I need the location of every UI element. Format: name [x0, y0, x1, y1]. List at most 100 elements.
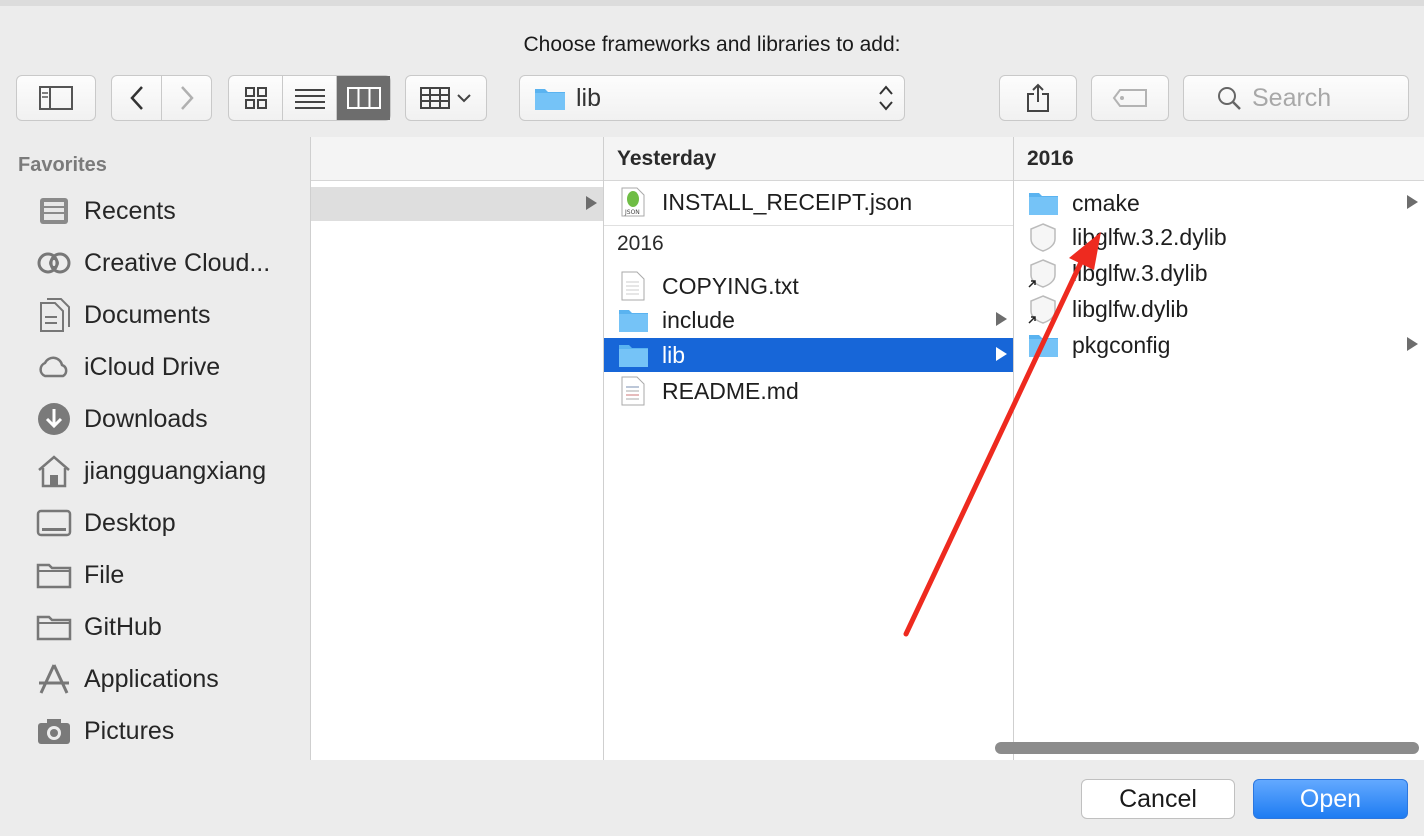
list-item[interactable]: libglfw.3.2.dylib	[1014, 220, 1424, 254]
path-selector[interactable]: lib	[519, 75, 905, 121]
sidebar-item-label: Desktop	[84, 508, 176, 537]
columns-icon	[346, 87, 381, 109]
share-icon	[1027, 83, 1049, 112]
sidebar-item-home[interactable]: jiangguangxiang	[34, 451, 304, 491]
chevron-down-icon	[457, 94, 471, 103]
list-item-selected[interactable]: lib	[604, 338, 1013, 372]
sidebar-item-downloads[interactable]: Downloads	[34, 399, 304, 439]
icloud-icon	[34, 347, 74, 387]
disclosure-arrow-icon	[1407, 337, 1418, 351]
documents-icon	[34, 295, 74, 335]
folder-icon	[1028, 330, 1058, 360]
group-by-button[interactable]	[405, 75, 487, 121]
list-item-label: cmake	[1072, 189, 1140, 216]
column-header-label: Yesterday	[617, 147, 717, 170]
history-nav	[111, 75, 212, 121]
icon-view-button[interactable]	[229, 76, 283, 120]
markdown-file-icon	[618, 376, 648, 406]
search-field[interactable]: Search	[1183, 75, 1409, 121]
folder-icon	[535, 89, 565, 110]
column-middle: Yesterday JSON INSTALL_RECEIPT.json 2016…	[603, 137, 1013, 760]
list-item-label: pkgconfig	[1072, 331, 1171, 358]
sidebar-item-pictures[interactable]: Pictures	[34, 711, 304, 751]
desktop-icon	[34, 503, 74, 543]
gallery-icon	[420, 87, 450, 109]
path-selector-label: lib	[576, 83, 602, 112]
sidebar-item-documents[interactable]: Documents	[34, 295, 304, 335]
back-button[interactable]	[112, 76, 162, 120]
list-item-label: README.md	[662, 377, 799, 404]
dialog-title: Choose frameworks and libraries to add:	[523, 33, 901, 56]
list-icon	[294, 89, 325, 109]
list-item-selected-parent[interactable]	[311, 187, 603, 221]
list-item-label: include	[662, 306, 735, 333]
list-item[interactable]: libglfw.3.dylib	[1014, 256, 1424, 290]
column-parent	[310, 137, 603, 760]
sidebar-toggle-button[interactable]	[16, 75, 96, 121]
column-view-button[interactable]	[337, 76, 390, 120]
chevron-left-icon	[129, 86, 143, 110]
sidebar-item-label: Pictures	[84, 716, 175, 745]
home-icon	[34, 451, 74, 491]
dylib-alias-icon	[1028, 258, 1058, 288]
sidebar: Favorites Recents Creative Cloud... Docu…	[0, 137, 310, 760]
sidebar-item-icloud-drive[interactable]: iCloud Drive	[34, 347, 304, 387]
horizontal-scrollbar[interactable]	[995, 742, 1419, 754]
tag-icon	[1112, 89, 1147, 107]
sidebar-item-label: Recents	[84, 196, 176, 225]
sidebar-item-label: File	[84, 560, 125, 589]
dylib-file-icon	[1028, 222, 1058, 252]
search-icon	[1218, 87, 1241, 110]
view-mode-control	[228, 75, 391, 121]
list-item-label: libglfw.3.dylib	[1072, 259, 1208, 286]
sidebar-item-label: jiangguangxiang	[84, 456, 267, 485]
disclosure-arrow-icon	[996, 312, 1007, 326]
sidebar-item-label: Creative Cloud...	[84, 248, 271, 277]
list-item[interactable]: pkgconfig	[1014, 328, 1424, 362]
sidebar-item-github[interactable]: GitHub	[34, 607, 304, 647]
text-file-icon	[618, 271, 648, 301]
list-view-button[interactable]	[283, 76, 337, 120]
sidebar-item-label: Applications	[84, 664, 219, 693]
sidebar-item-label: Downloads	[84, 404, 208, 433]
column-header-label: 2016	[1027, 147, 1074, 170]
list-item-label: COPYING.txt	[662, 272, 799, 299]
share-button[interactable]	[999, 75, 1077, 121]
open-button[interactable]: Open	[1253, 779, 1408, 819]
sidebar-item-creative-cloud[interactable]: Creative Cloud...	[34, 243, 304, 283]
disclosure-arrow-icon	[996, 347, 1007, 361]
sidebar-item-applications[interactable]: Applications	[34, 659, 304, 699]
column-header	[311, 137, 603, 181]
recents-icon	[34, 191, 74, 231]
list-item[interactable]: include	[604, 303, 1013, 337]
list-item[interactable]: JSON INSTALL_RECEIPT.json	[604, 185, 1013, 219]
sidebar-item-desktop[interactable]: Desktop	[34, 503, 304, 543]
tag-button[interactable]	[1091, 75, 1169, 121]
svg-text:JSON: JSON	[624, 209, 640, 216]
sidebar-item-label: Documents	[84, 300, 211, 329]
camera-icon	[34, 711, 74, 751]
folder-icon	[618, 340, 648, 370]
column-right: 2016 cmake libglfw.3.2.dylib libglfw.3.d…	[1013, 137, 1424, 760]
list-item-label: libglfw.dylib	[1072, 295, 1189, 322]
sidebar-item-recents[interactable]: Recents	[34, 191, 304, 231]
folder-icon	[618, 305, 648, 335]
folder-icon	[34, 607, 74, 647]
group-label: 2016	[617, 232, 664, 255]
column-header: 2016	[1014, 137, 1424, 181]
cancel-button[interactable]: Cancel	[1081, 779, 1235, 819]
list-item[interactable]: cmake	[1014, 186, 1424, 220]
list-item-label: INSTALL_RECEIPT.json	[662, 188, 913, 215]
list-item-label: libglfw.3.2.dylib	[1072, 223, 1227, 250]
forward-button[interactable]	[162, 76, 211, 120]
group-divider	[604, 225, 1013, 226]
grid-icon	[244, 87, 267, 109]
list-item[interactable]: COPYING.txt	[604, 269, 1013, 303]
sidebar-item-label: iCloud Drive	[84, 352, 221, 381]
window-top-edge	[0, 0, 1424, 6]
disclosure-arrow-icon	[1407, 195, 1418, 209]
list-item[interactable]: README.md	[604, 374, 1013, 408]
dylib-alias-icon	[1028, 294, 1058, 324]
list-item[interactable]: libglfw.dylib	[1014, 292, 1424, 326]
sidebar-item-file[interactable]: File	[34, 555, 304, 595]
